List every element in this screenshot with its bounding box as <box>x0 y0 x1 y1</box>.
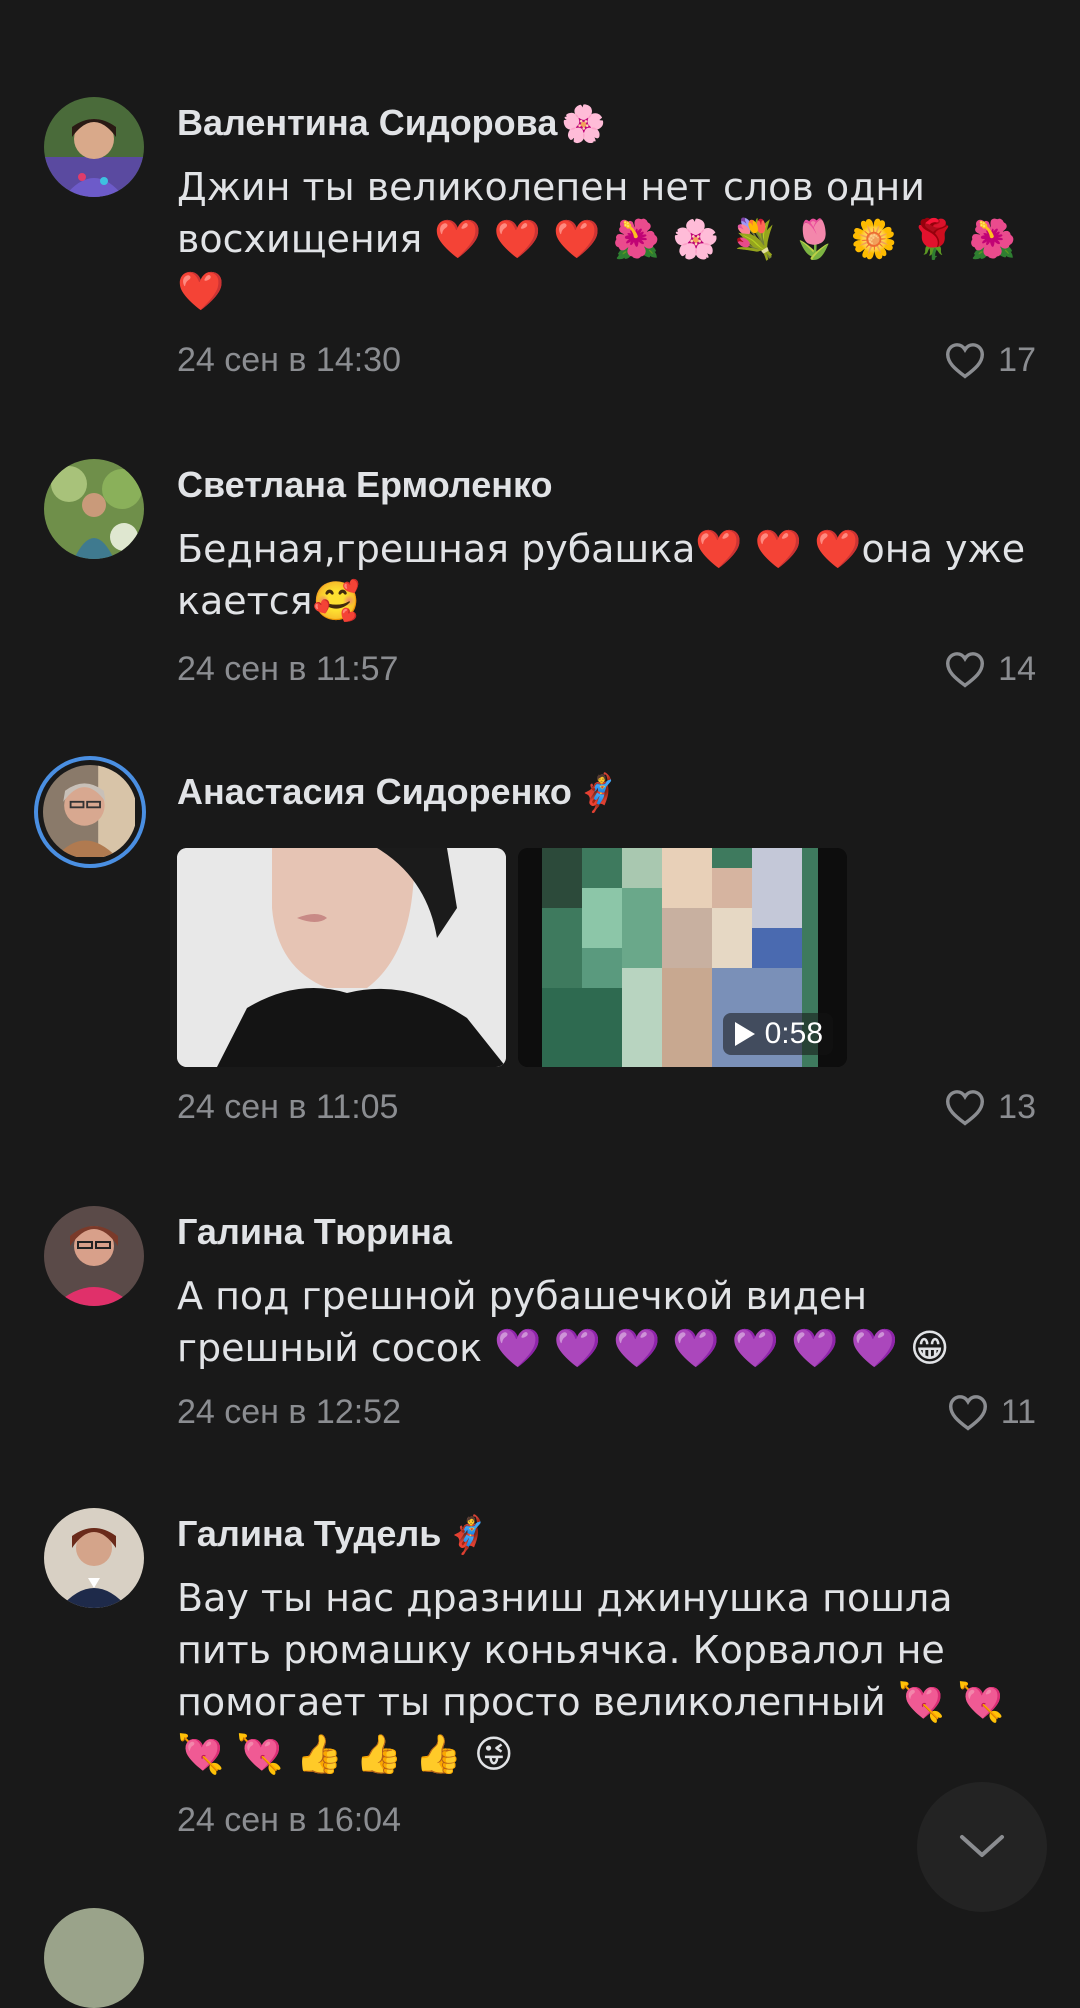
like-button[interactable]: 11 <box>947 1390 1036 1434</box>
avatar[interactable] <box>44 1206 144 1306</box>
comments-feed: Валентина Сидорова 🌸 Джин ты великолепен … <box>0 0 1080 2008</box>
comment-text: Джин ты великолепен нет слов одни восхищ… <box>177 165 1017 313</box>
heart-outline-icon <box>948 1395 987 1431</box>
like-button[interactable]: 13 <box>944 1085 1036 1129</box>
comment-text: А под грешной рубашечкой виден грешный с… <box>177 1274 950 1370</box>
like-button[interactable]: 17 <box>944 338 1036 382</box>
heart-outline-icon <box>946 343 985 379</box>
comment-date: 24 сен в 11:05 <box>177 1088 399 1126</box>
like-count: 13 <box>998 1088 1036 1126</box>
comment-author[interactable]: Галина Тудель 🦸 <box>177 1508 490 1562</box>
attachments: 0:58 <box>177 848 847 1067</box>
comment-text: Бедная,грешная рубашка❤️ ❤️ ❤️она уже ка… <box>177 527 1026 623</box>
avatar[interactable] <box>44 1908 144 2008</box>
avatar[interactable] <box>44 97 144 197</box>
author-badge-icon: 🦸 <box>575 773 621 815</box>
chevron-down-icon <box>960 1835 1004 1857</box>
like-button[interactable]: 14 <box>944 647 1036 691</box>
author-badge-icon: 🌸 <box>561 104 607 146</box>
avatar[interactable] <box>44 1508 144 1608</box>
comment-author[interactable]: Валентина Сидорова 🌸 <box>177 97 606 151</box>
comment-text: Вау ты нас дразниш джинушка пошла пить р… <box>177 1576 1005 1776</box>
heart-outline-icon <box>946 1090 985 1126</box>
photo-attachment[interactable] <box>177 848 506 1067</box>
comment-author[interactable]: Галина Тюрина <box>177 1206 452 1258</box>
comment-date: 24 сен в 12:52 <box>177 1393 401 1431</box>
video-duration: 0:58 <box>722 1013 833 1055</box>
video-attachment[interactable]: 0:58 <box>518 848 847 1067</box>
like-count: 11 <box>1000 1393 1036 1431</box>
author-badge-icon: 🦸 <box>445 1515 491 1557</box>
heart-outline-icon <box>946 652 985 688</box>
avatar-with-story-ring[interactable] <box>34 756 146 868</box>
scroll-down-button[interactable] <box>917 1782 1047 1912</box>
play-icon <box>734 1022 755 1046</box>
like-count: 17 <box>998 341 1036 379</box>
comment-author[interactable]: Светлана Ермоленко <box>177 459 553 511</box>
avatar[interactable] <box>44 459 144 559</box>
comment-author[interactable]: Анастасия Сидоренко 🦸 <box>177 766 621 820</box>
like-count: 14 <box>998 650 1036 688</box>
comment-date: 24 сен в 11:57 <box>177 650 399 688</box>
comment-date: 24 сен в 14:30 <box>177 341 401 379</box>
comment-date: 24 сен в 16:04 <box>177 1801 401 1839</box>
